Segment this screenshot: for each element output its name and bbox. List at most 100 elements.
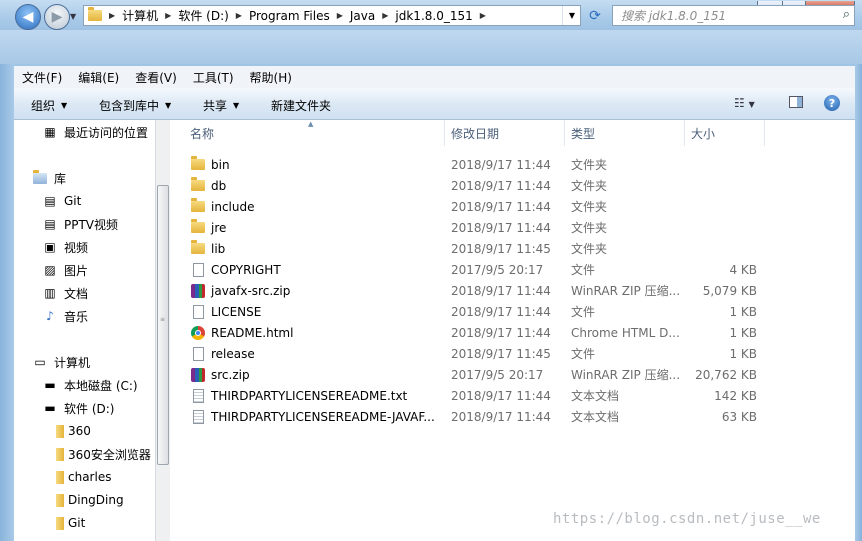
breadcrumb-computer[interactable]: 计算机 [118,6,162,25]
address-bar[interactable]: ▶ 计算机 ▶ 软件 (D:) ▶ Program Files ▶ Java ▶… [83,5,581,26]
nav-computer[interactable]: ▭ 计算机 [32,352,90,372]
library-folder-icon: ▤ [44,194,56,208]
file-name-cell[interactable]: release [190,343,438,364]
help-icon[interactable]: ? [824,95,840,111]
file-row[interactable]: THIRDPARTYLICENSEREADME.txt 2018/9/17 11:… [184,385,764,406]
nav-library-videos[interactable]: ▣ 视频 [42,237,88,257]
column-header-label: 修改日期 [451,126,500,141]
nav-libraries[interactable]: 库 [32,168,66,188]
file-name-cell[interactable]: THIRDPARTYLICENSEREADME-JAVAF... [190,406,438,427]
view-options-button[interactable]: ☷ ▼ [734,96,755,110]
search-input[interactable] [619,8,833,24]
forward-button[interactable]: ▶ [44,4,70,30]
file-row[interactable]: javafx-src.zip 2018/9/17 11:44 WinRAR ZIP … [184,280,764,301]
breadcrumb-program-files[interactable]: Program Files [245,6,334,25]
column-header-size[interactable]: 大小 [685,120,765,146]
file-name-cell[interactable]: COPYRIGHT [190,259,438,280]
nav-library-documents[interactable]: ▥ 文档 [42,283,88,303]
folder-icon [190,219,206,236]
file-row[interactable]: include 2018/9/17 11:44 文件夹 [184,196,764,217]
breadcrumb-drive-d[interactable]: 软件 (D:) [174,6,232,25]
column-header-type[interactable]: 类型 [565,120,685,146]
breadcrumb-separator[interactable]: ▶ [162,11,174,20]
file-size: 1 KB [729,325,757,340]
file-row[interactable]: bin 2018/9/17 11:44 文件夹 [184,154,764,175]
nav-folder-git[interactable]: Git [52,513,85,533]
file-row[interactable]: README.html 2018/9/17 11:44 Chrome HTML D.… [184,322,764,343]
scrollbar-thumb[interactable] [157,185,169,465]
breadcrumb-separator[interactable]: ▶ [106,11,118,20]
file-size: 20,762 KB [695,367,757,382]
file-type: 文件夹 [571,158,608,172]
column-header-date[interactable]: 修改日期 [445,120,565,146]
file-size: 63 KB [721,409,757,424]
file-name: include [211,199,255,214]
file-date: 2018/9/17 11:44 [451,325,551,340]
back-button[interactable]: ◀ [15,4,41,30]
menu-file[interactable]: 文件(F) [14,69,70,86]
file-size: 5,079 KB [702,283,757,298]
file-row[interactable]: jre 2018/9/17 11:44 文件夹 [184,217,764,238]
nav-library-music[interactable]: ♪ 音乐 [42,306,88,326]
refresh-button[interactable]: ⟳ [583,5,607,26]
menu-edit[interactable]: 编辑(E) [70,69,127,86]
file-name-cell[interactable]: include [190,196,438,217]
nav-library-pptv[interactable]: ▤ PPTV视频 [42,214,118,234]
file-row[interactable]: db 2018/9/17 11:44 文件夹 [184,175,764,196]
file-row[interactable]: THIRDPARTYLICENSEREADME-JAVAF... 2018/9/1… [184,406,764,427]
drive-icon: ▬ [44,378,56,392]
file-date: 2018/9/17 11:44 [451,388,551,403]
nav-folder-360[interactable]: 360 [52,421,91,441]
file-name-cell[interactable]: LICENSE [190,301,438,322]
file-name-cell[interactable]: javafx-src.zip [190,280,438,301]
breadcrumb-separator[interactable]: ▶ [334,11,346,20]
nav-drive-d[interactable]: ▬ 软件 (D:) [42,398,114,418]
file-name-cell[interactable]: bin [190,154,438,175]
breadcrumb-java[interactable]: Java [346,6,379,25]
search-icon[interactable]: ⌕ [843,7,850,22]
file-name-cell[interactable]: db [190,175,438,196]
address-dropdown-button[interactable]: ▼ [562,6,581,25]
file-row[interactable]: src.zip 2017/9/5 20:17 WinRAR ZIP 压缩... 20,… [184,364,764,385]
nav-recent-places[interactable]: ▦ 最近访问的位置 [42,122,148,142]
menu-bar: 文件(F) 编辑(E) 查看(V) 工具(T) 帮助(H) [14,66,855,88]
nav-folder-charles[interactable]: charles [52,467,111,487]
file-row[interactable]: LICENSE 2018/9/17 11:44 文件 1 KB [184,301,764,322]
file-date: 2018/9/17 11:44 [451,409,551,424]
nav-library-git[interactable]: ▤ Git [42,191,81,211]
nav-drive-c[interactable]: ▬ 本地磁盘 (C:) [42,375,137,395]
file-name-cell[interactable]: lib [190,238,438,259]
menu-tools[interactable]: 工具(T) [185,69,242,86]
nav-label: 最近访问的位置 [64,125,149,140]
include-in-library-button[interactable]: 包含到库中 ▼ [99,97,171,114]
file-name-cell[interactable]: src.zip [190,364,438,385]
chevron-down-icon: ▼ [165,101,172,110]
folder-icon [190,198,206,215]
file-type: 文件夹 [571,221,608,235]
breadcrumb-jdk[interactable]: jdk1.8.0_151 [391,6,476,25]
breadcrumb-separator[interactable]: ▶ [233,11,245,20]
preview-pane-button[interactable] [789,96,803,108]
nav-label: PPTV视频 [64,217,119,232]
file-name-cell[interactable]: jre [190,217,438,238]
file-type: 文件夹 [571,242,608,256]
file-type: 文本文档 [571,410,620,424]
search-box[interactable]: ⌕ [612,5,855,26]
breadcrumb-separator[interactable]: ▶ [379,11,391,20]
share-button[interactable]: 共享 ▼ [203,97,239,114]
new-folder-button[interactable]: 新建文件夹 [271,97,331,114]
menu-help[interactable]: 帮助(H) [242,69,300,86]
nav-library-pictures[interactable]: ▨ 图片 [42,260,88,280]
file-row[interactable]: lib 2018/9/17 11:45 文件夹 [184,238,764,259]
file-row[interactable]: release 2018/9/17 11:45 文件 1 KB [184,343,764,364]
menu-view[interactable]: 查看(V) [127,69,185,86]
organize-button[interactable]: 组织 ▼ [31,97,67,114]
column-header-name[interactable]: 名称 [184,120,445,146]
nav-folder-dingding[interactable]: DingDing [52,490,124,510]
breadcrumb-separator[interactable]: ▶ [477,11,489,20]
file-name-cell[interactable]: README.html [190,322,438,343]
file-name-cell[interactable]: THIRDPARTYLICENSEREADME.txt [190,385,438,406]
history-dropdown-button[interactable]: ▼ [70,12,76,21]
nav-folder-360browser[interactable]: 360安全浏览器 [52,444,151,464]
file-row[interactable]: COPYRIGHT 2017/9/5 20:17 文件 4 KB [184,259,764,280]
